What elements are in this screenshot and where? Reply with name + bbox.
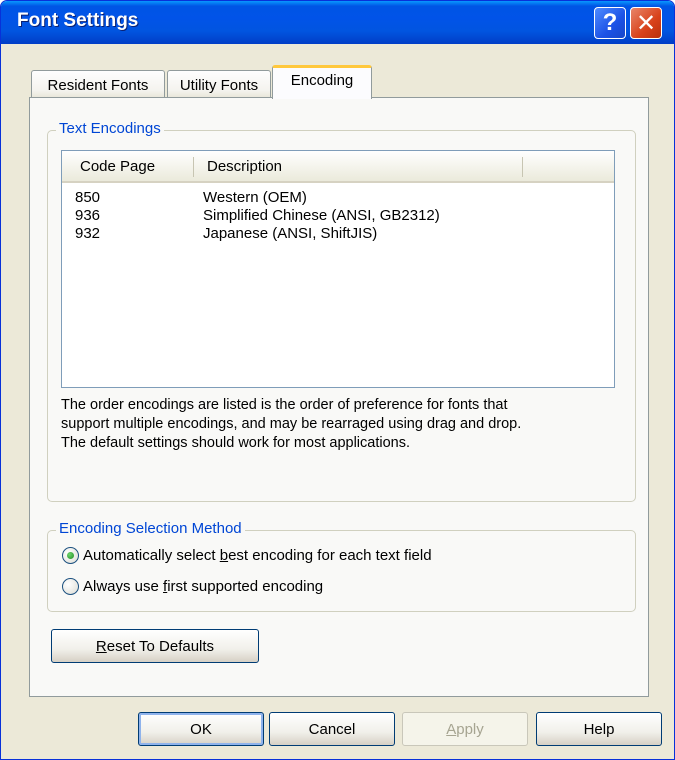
encoding-tab-panel: Text Encodings Code Page Description 850… [29, 97, 649, 697]
auto-select-label: Automatically select best encoding for e… [83, 546, 432, 564]
list-item[interactable]: 936 Simplified Chinese (ANSI, GB2312) [62, 207, 614, 224]
encodings-list[interactable]: Code Page Description 850 Western (OEM) … [61, 150, 615, 388]
text-encodings-group: Text Encodings Code Page Description 850… [47, 120, 636, 502]
code-page-cell: 850 [75, 189, 101, 206]
tab-label: Resident Fonts [47, 77, 149, 94]
tab-encoding[interactable]: Encoding [272, 65, 372, 99]
encoding-selection-method-group: Encoding Selection Method Automatically … [47, 520, 636, 612]
question-mark-icon: ? [602, 9, 618, 36]
radio-button[interactable] [62, 577, 79, 595]
cancel-label: Cancel [308, 720, 356, 738]
cancel-button[interactable]: Cancel [269, 712, 395, 746]
list-header: Code Page Description [62, 151, 614, 183]
first-supported-label: Always use first supported encoding [83, 577, 324, 595]
tab-label: Encoding [290, 72, 354, 89]
column-divider[interactable] [193, 157, 194, 177]
list-item[interactable]: 932 Japanese (ANSI, ShiftJIS) [62, 225, 614, 242]
description-cell: Western (OEM) [203, 189, 307, 206]
ok-button[interactable]: OK [138, 712, 264, 746]
text-encodings-label: Text Encodings [56, 120, 164, 137]
title-bar[interactable]: Font Settings ? ✕ [1, 1, 674, 44]
apply-button[interactable]: Apply [402, 712, 528, 746]
reset-to-defaults-button[interactable]: Reset To Defaults [51, 629, 259, 663]
note-line: support multiple encodings, and may be r… [61, 416, 522, 432]
code-page-cell: 936 [75, 207, 101, 224]
column-divider[interactable] [522, 157, 523, 177]
apply-label: Apply [446, 720, 484, 738]
tab-label: Utility Fonts [179, 77, 259, 94]
column-header-description[interactable]: Description [207, 158, 282, 175]
font-settings-dialog: Font Settings ? ✕ Resident Fonts Utility… [0, 0, 675, 760]
auto-select-option[interactable]: Automatically select best encoding for e… [62, 544, 432, 566]
tab-utility-fonts[interactable]: Utility Fonts [167, 70, 271, 99]
note-line: The order encodings are listed is the or… [61, 397, 508, 413]
note-line: The default settings should work for mos… [61, 435, 410, 451]
reset-button-label: Reset To Defaults [95, 637, 215, 655]
column-header-code-page[interactable]: Code Page [80, 158, 155, 175]
help-label: Help [583, 720, 615, 738]
help-title-button[interactable]: ? [594, 7, 626, 39]
tab-resident-fonts[interactable]: Resident Fonts [31, 70, 165, 99]
radio-button-checked[interactable] [62, 546, 79, 564]
window-title: Font Settings [17, 10, 139, 31]
close-icon: ✕ [635, 9, 657, 37]
code-page-cell: 932 [75, 225, 101, 242]
description-cell: Japanese (ANSI, ShiftJIS) [203, 225, 378, 242]
description-cell: Simplified Chinese (ANSI, GB2312) [203, 207, 440, 224]
ok-label: OK [190, 720, 212, 738]
encoding-order-note: The order encodings are listed is the or… [61, 396, 621, 453]
close-button[interactable]: ✕ [630, 7, 662, 39]
selection-method-label: Encoding Selection Method [56, 520, 245, 537]
help-button[interactable]: Help [536, 712, 662, 746]
list-item[interactable]: 850 Western (OEM) [62, 189, 614, 206]
first-supported-option[interactable]: Always use first supported encoding [62, 575, 323, 597]
